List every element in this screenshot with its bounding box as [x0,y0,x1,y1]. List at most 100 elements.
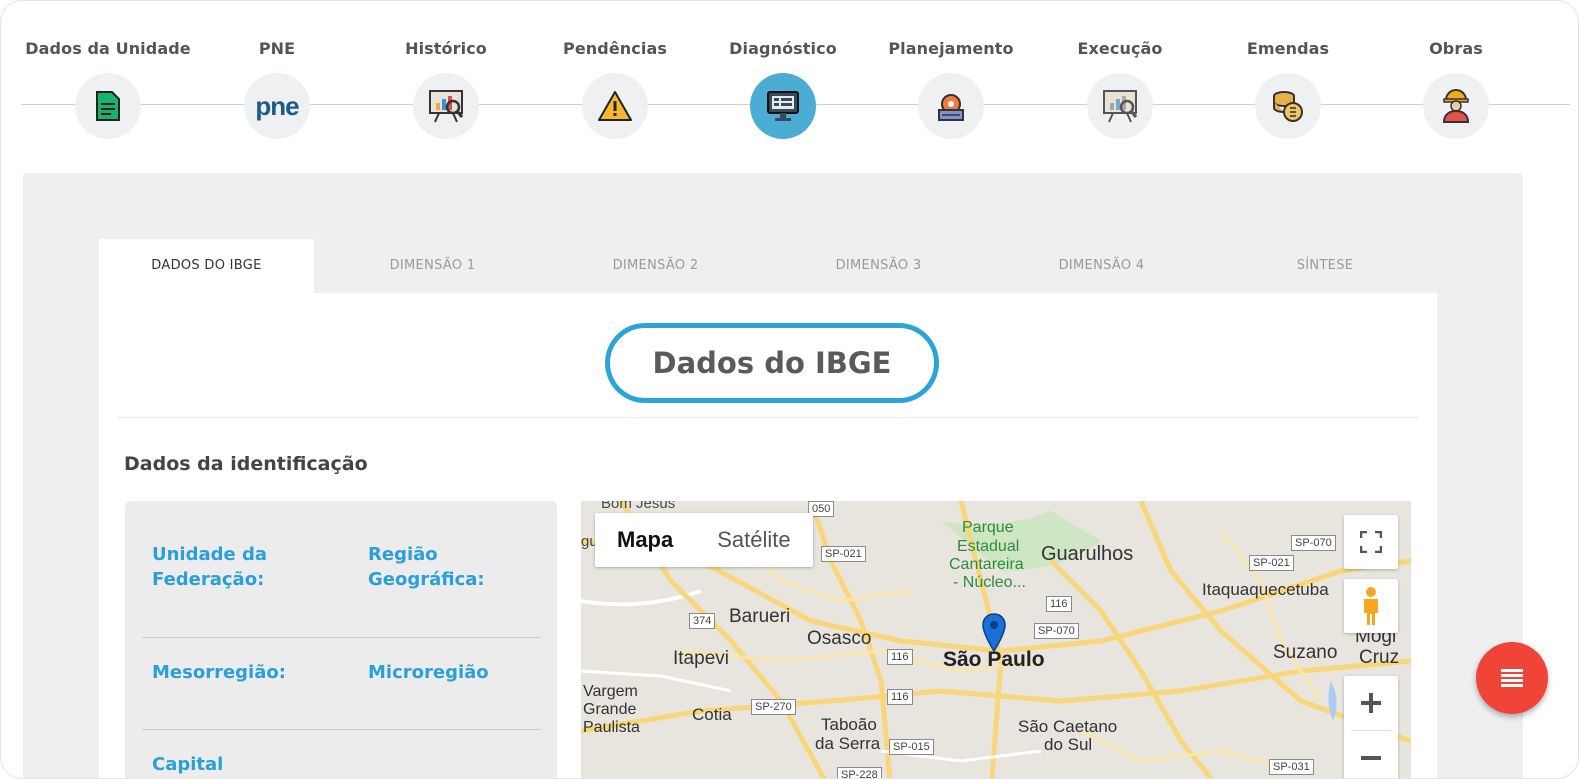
map-label: Paulista [583,719,640,736]
step-circle-active[interactable] [750,73,816,139]
step-circle[interactable] [918,73,984,139]
map-label: Estadual [957,538,1020,555]
monitor-icon [767,91,799,121]
map-label: São Caetano [1018,717,1118,736]
document-icon [96,91,120,121]
map-label: Cruz [1359,647,1400,668]
process-stepper: Dados da Unidade PNE pne Histórico Pendê… [1,1,1578,151]
menu-icon [1501,669,1523,687]
warning-icon [598,91,632,121]
content-divider [117,417,1419,418]
floating-menu-button[interactable] [1476,642,1548,714]
info-divider [142,729,541,730]
label-unidade-federacao: Unidade da Federação: [152,544,268,590]
step-label: Emendas [1246,39,1330,58]
map-label: Bom Jesus [601,501,676,512]
step-label: Dados da Unidade [25,39,191,58]
map-label: Vargem [583,683,638,700]
road-shield: SP-270 [751,699,796,715]
map-label: Osasco [807,628,872,649]
step-historico[interactable]: Histórico [361,39,531,139]
label-microregiao: Microregião [368,662,489,683]
fullscreen-icon [1360,531,1382,553]
page-title-pill: Dados do IBGE [605,323,939,403]
map-type-satelite-button[interactable]: Satélite [695,513,812,567]
road-shield: 374 [689,613,716,629]
map-label: Itapevi [673,648,729,669]
map-view[interactable]: Bom Jesus gu Parque Estadual Cantareira … [581,501,1411,778]
step-label: Planejamento [888,39,1014,58]
road-shield: SP-228 [837,767,882,778]
step-circle[interactable] [1087,73,1153,139]
map-label: Cantareira [949,556,1024,573]
road-shield: 116 [887,649,913,665]
step-obras[interactable]: Obras [1371,39,1541,139]
label-capital: Capital [152,754,224,775]
step-planejamento[interactable]: Planejamento [866,39,1036,139]
map-label: Taboão [821,715,877,734]
road-shield: SP-021 [821,546,866,562]
map-label: Guarulhos [1041,543,1134,565]
tab-dimensao-3[interactable]: DIMENSÃO 3 [767,239,990,293]
app-frame: Dados da Unidade PNE pne Histórico Pendê… [0,0,1579,779]
step-label: Histórico [405,39,487,58]
street-view-button[interactable] [1344,579,1398,633]
label-mesorregiao: Mesorregião: [152,662,286,683]
step-circle[interactable] [413,73,479,139]
step-label: Diagnóstico [729,39,837,58]
map-label: da Serra [815,734,881,753]
step-label: Obras [1429,39,1483,58]
tab-sintese[interactable]: SÍNTESE [1213,239,1437,293]
pne-logo-icon: pne [255,90,299,121]
fullscreen-button[interactable] [1344,515,1398,569]
planning-gear-icon [938,94,964,121]
step-pendencias[interactable]: Pendências [530,39,700,139]
zoom-control [1344,676,1398,778]
page-title: Dados do IBGE [652,346,892,380]
step-circle[interactable]: pne [244,73,310,139]
step-circle[interactable] [75,73,141,139]
zoom-in-button[interactable] [1359,676,1383,730]
tab-dimensao-4[interactable]: DIMENSÃO 4 [990,239,1213,293]
step-pne[interactable]: PNE pne [192,39,362,139]
road-shield: 116 [1046,596,1072,612]
step-diagnostico[interactable]: Diagnóstico [698,39,868,139]
road-shield: SP-070 [1291,535,1336,551]
presentation-chart-icon [429,90,464,123]
map-type-control: Mapa Satélite [595,513,813,567]
label-regiao-geografica: Região Geográfica: [368,544,485,590]
coins-icon [1273,91,1303,122]
map-label: - Núcleo... [953,574,1026,591]
road-shield: SP-070 [1034,623,1079,639]
step-execucao[interactable]: Execução [1035,39,1205,139]
location-pin-icon[interactable] [981,613,1007,653]
map-label: Parque [962,519,1014,536]
tab-dimensao-1[interactable]: DIMENSÃO 1 [321,239,544,293]
map-label: do Sul [1044,735,1093,754]
step-dados-da-unidade[interactable]: Dados da Unidade [23,39,193,139]
step-label: Pendências [563,39,667,58]
worker-icon [1442,89,1470,123]
step-circle[interactable] [1255,73,1321,139]
road-shield: SP-021 [1249,555,1294,571]
zoom-out-button[interactable] [1359,731,1383,778]
map-label: Itaquaquecetuba [1202,580,1329,599]
map-label: Suzano [1273,642,1338,663]
pegman-icon [1364,587,1378,625]
zoom-out-icon [1361,756,1381,760]
road-shield: SP-031 [1269,759,1314,775]
step-label: PNE [258,39,296,58]
info-divider [142,637,541,638]
dimension-tabs: DADOS DO IBGE DIMENSÃO 1 DIMENSÃO 2 DIME… [99,239,1437,293]
tab-dados-do-ibge[interactable]: DADOS DO IBGE [99,239,314,293]
step-circle[interactable] [582,73,648,139]
section-title: Dados da identificação [124,453,368,475]
road-shield: SP-015 [889,739,934,755]
map-type-mapa-button[interactable]: Mapa [595,513,695,567]
step-label: Execução [1077,39,1163,58]
step-circle[interactable] [1423,73,1489,139]
tab-dimensao-2[interactable]: DIMENSÃO 2 [544,239,767,293]
road-shield: 116 [887,689,913,705]
step-emendas[interactable]: Emendas [1203,39,1373,139]
map-label: Cotia [692,705,732,724]
